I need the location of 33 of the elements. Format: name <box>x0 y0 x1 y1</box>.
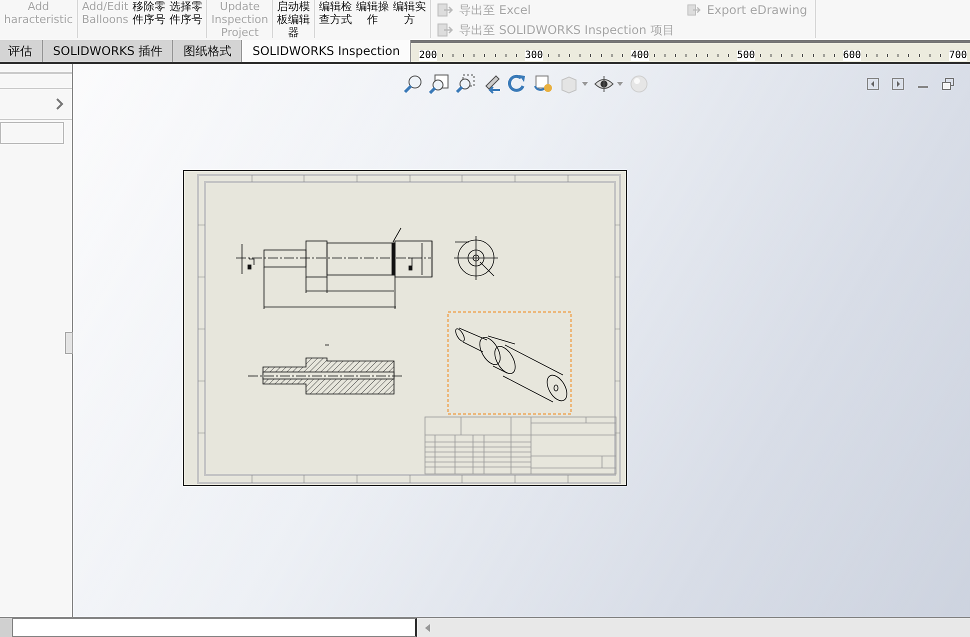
export-icon <box>437 3 454 17</box>
restore-icon[interactable] <box>942 78 954 90</box>
eye-icon[interactable] <box>594 74 614 94</box>
rotate-icon[interactable] <box>507 74 527 94</box>
ribbon-button[interactable]: 编辑操 作 <box>355 0 390 38</box>
ribbon-button[interactable]: 启动模 板编辑 器 <box>276 0 312 38</box>
scroll-left-icon[interactable] <box>425 624 431 632</box>
ruler-label: 200 <box>418 50 438 61</box>
export-icon <box>687 3 701 17</box>
ruler-label: 500 <box>736 50 756 61</box>
tab[interactable]: SOLIDWORKS Inspection <box>242 40 411 62</box>
side-view-drawing <box>454 236 498 280</box>
next-sheet-icon[interactable] <box>892 78 904 90</box>
caret-icon[interactable] <box>582 82 588 86</box>
ruler-label: 600 <box>842 50 862 61</box>
ribbon-button[interactable]: 编辑检 查方式 <box>318 0 354 38</box>
ruler-label: 400 <box>630 50 650 61</box>
previous-sheet-icon[interactable] <box>867 78 879 90</box>
panel-handle[interactable] <box>65 332 73 354</box>
scroll-corner <box>0 618 12 637</box>
ribbon-button[interactable]: 编辑实 方 <box>392 0 428 38</box>
caret-icon[interactable] <box>617 82 623 86</box>
zoom-area-icon[interactable] <box>455 74 475 94</box>
input-field[interactable] <box>0 122 64 144</box>
ribbon-button[interactable]: 选择零 件序号 <box>168 0 204 38</box>
ruler-label: 700 <box>948 50 968 61</box>
ruler-label: 300 <box>524 50 544 61</box>
zoom-icon[interactable] <box>403 74 423 94</box>
refresh-icon[interactable] <box>533 74 553 94</box>
chevron-right-icon[interactable] <box>56 98 64 110</box>
ribbon-button[interactable]: 移除零 件序号 <box>131 0 166 38</box>
export-icon <box>437 23 454 37</box>
zoom-fit-icon[interactable] <box>429 74 449 94</box>
